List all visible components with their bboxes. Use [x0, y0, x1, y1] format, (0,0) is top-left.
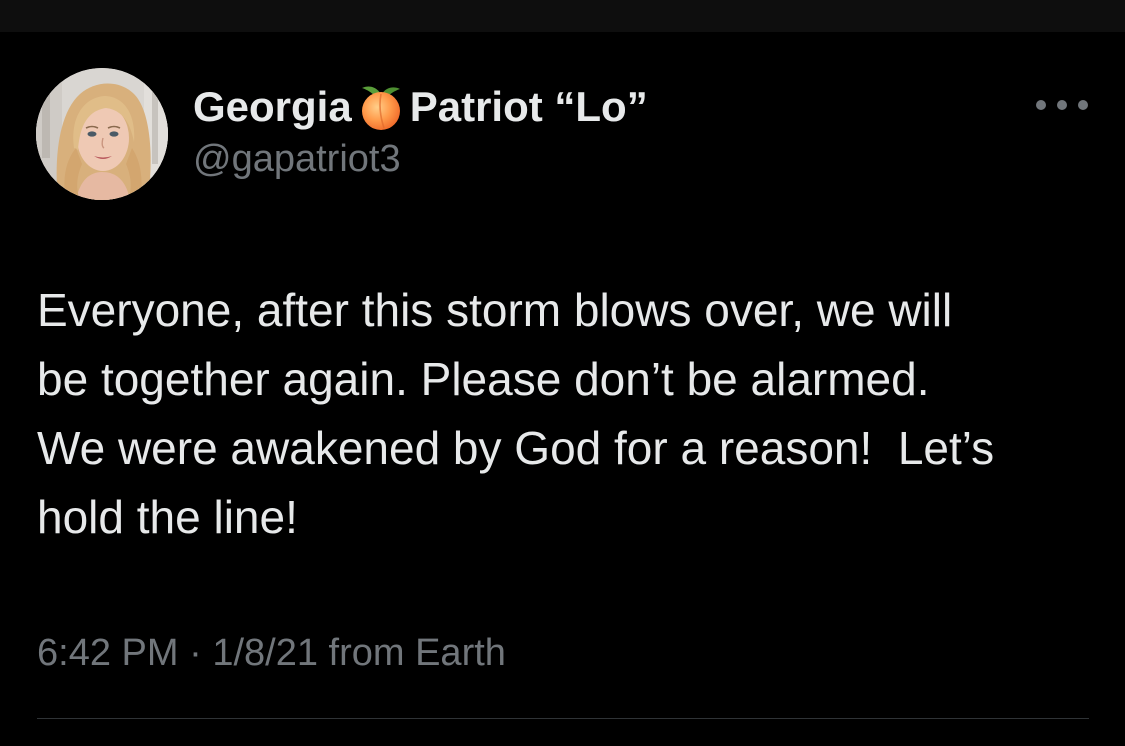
author-handle[interactable]: @gapatriot3 — [193, 138, 401, 181]
peach-icon — [354, 80, 408, 134]
avatar[interactable] — [36, 68, 168, 200]
author-name-first: Georgia — [193, 83, 352, 130]
tweet-text-line: be together again. Please don’t be alarm… — [37, 353, 930, 405]
tweet-text-line: hold the line! — [37, 491, 298, 543]
avatar-image — [36, 68, 168, 200]
tweet-text-line: We were awakened by God for a reason! Le… — [37, 422, 995, 474]
tweet-text: Everyone, after this storm blows over, w… — [37, 276, 1097, 552]
divider — [37, 718, 1089, 719]
more-options-button[interactable] — [1036, 90, 1088, 120]
top-bar — [0, 0, 1125, 32]
tweet-date[interactable]: 1/8/21 — [212, 632, 318, 674]
more-horizontal-icon — [1057, 100, 1067, 110]
tweet-time[interactable]: 6:42 PM — [37, 632, 179, 674]
tweet-metadata: 6:42 PM · 1/8/21 from Earth — [37, 632, 506, 675]
meta-separator: · — [189, 632, 202, 674]
author-name-last: Patriot “Lo” — [409, 83, 648, 130]
more-horizontal-icon — [1036, 100, 1046, 110]
tweet-text-line: Everyone, after this storm blows over, w… — [37, 284, 953, 336]
tweet-source: from Earth — [328, 632, 506, 674]
more-horizontal-icon — [1078, 100, 1088, 110]
author-name[interactable]: Georgia Patriot “Lo” — [193, 80, 648, 134]
